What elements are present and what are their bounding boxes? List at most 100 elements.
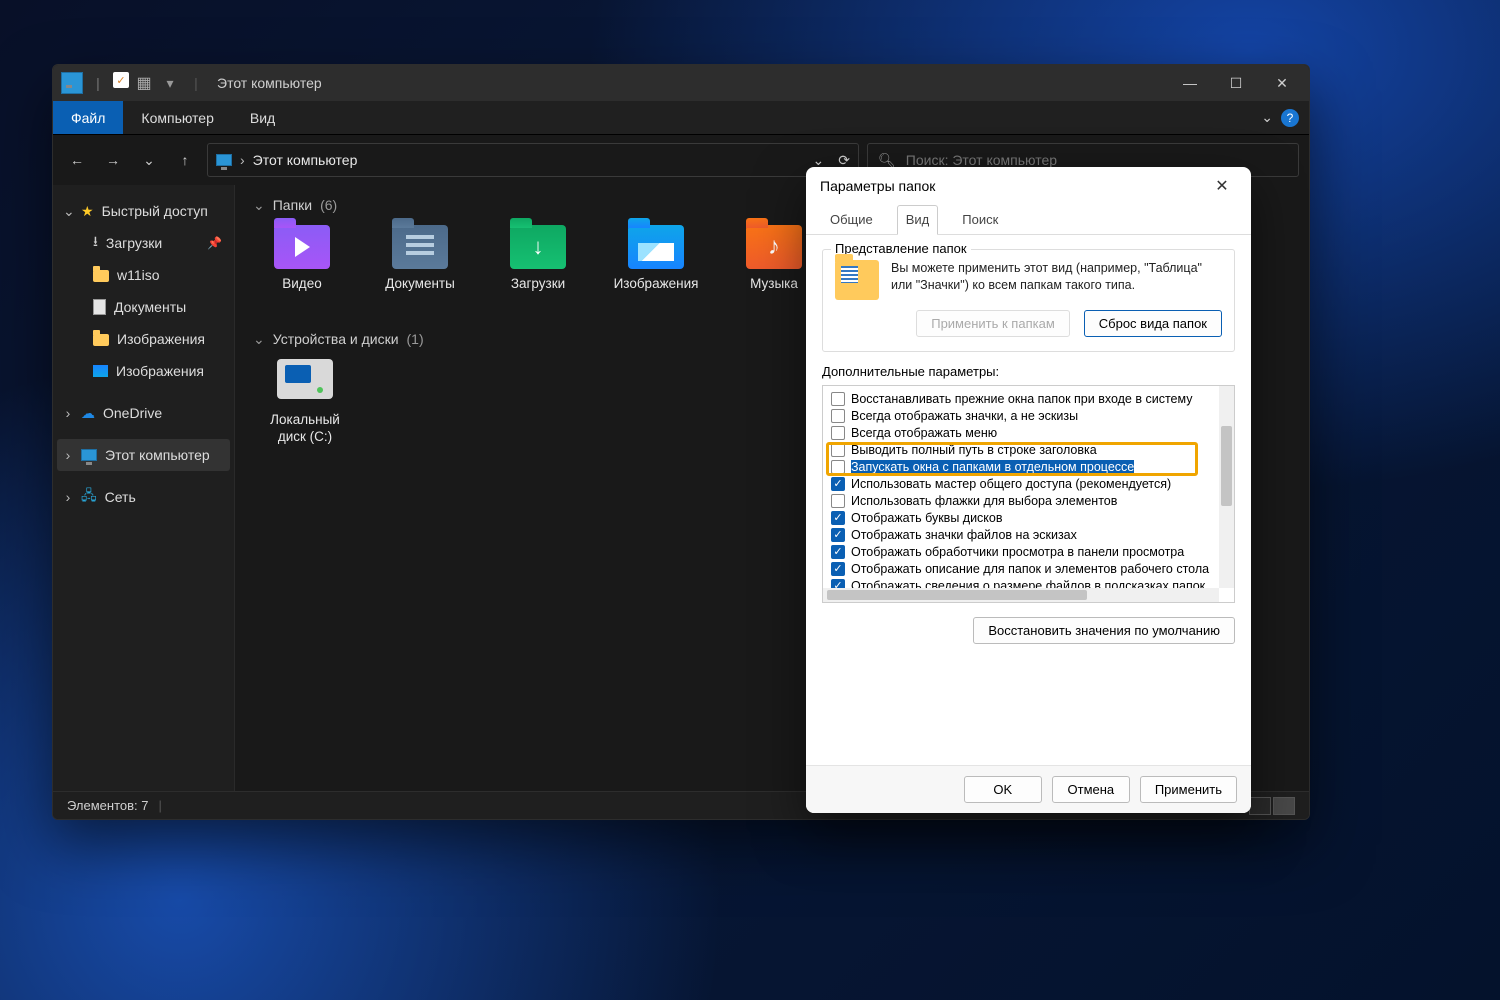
tab-general[interactable]: Общие [822,206,881,234]
address-dropdown-icon[interactable]: ⌄ [813,152,825,169]
tab-search[interactable]: Поиск [954,206,1006,234]
dialog-close-button[interactable]: ✕ [1207,171,1237,201]
advanced-option[interactable]: ✓Отображать описание для папок и элемент… [827,560,1234,577]
advanced-option[interactable]: Использовать флажки для выбора элементов [827,492,1234,509]
tab-view[interactable]: Вид [897,205,939,235]
recent-button[interactable]: ⌄ [135,146,163,174]
sidebar-item-pictures-2[interactable]: Изображения [57,355,230,387]
option-label: Использовать мастер общего доступа (реко… [851,477,1171,491]
chevron-down-icon[interactable]: ⌄ [253,331,265,348]
checkbox[interactable]: ✓ [831,545,845,559]
search-placeholder: Поиск: Этот компьютер [906,152,1057,168]
folder-views-group: Представление папок Вы можете применить … [822,249,1235,352]
dialog-titlebar: Параметры папок ✕ [806,167,1251,205]
download-icon: ⭳ [93,231,98,255]
dialog-tabs: Общие Вид Поиск [806,205,1251,235]
option-label: Отображать значки файлов на эскизах [851,528,1077,542]
advanced-option[interactable]: Выводить полный путь в строке заголовка [827,441,1234,458]
option-label: Выводить полный путь в строке заголовка [851,443,1097,457]
horizontal-scrollbar[interactable] [823,588,1219,602]
drive-item-c[interactable]: Локальный диск (C:) [263,359,347,445]
chevron-down-icon[interactable]: ⌄ [63,203,73,220]
checkbox[interactable] [831,460,845,474]
option-label: Запускать окна с папками в отдельном про… [851,460,1134,474]
apply-to-folders-button[interactable]: Применить к папкам [916,310,1070,337]
advanced-option[interactable]: ✓ Отображать значки файлов на эскизах [827,526,1234,543]
scrollbar-thumb[interactable] [1221,426,1232,506]
chevron-right-icon[interactable]: › [63,489,73,505]
option-label: Восстанавливать прежние окна папок при в… [851,392,1192,406]
image-icon [93,365,108,377]
sidebar-item-this-pc[interactable]: › Этот компьютер [57,439,230,471]
group-title: Устройства и диски [273,331,399,347]
checkbox[interactable]: ✓ [831,562,845,576]
address-bar[interactable]: › Этот компьютер ⌄ ⟳ [207,143,859,177]
up-button[interactable]: ↑ [171,146,199,174]
advanced-settings-list[interactable]: Восстанавливать прежние окна папок при в… [822,385,1235,603]
advanced-option[interactable]: ✓Отображать буквы дисков [827,509,1234,526]
sidebar-item-onedrive[interactable]: › ☁ OneDrive [57,397,230,429]
ok-button[interactable]: OK [964,776,1042,803]
pc-icon [216,154,232,166]
view-details-button[interactable] [1249,797,1271,815]
chevron-down-icon[interactable]: ⌄ [253,197,265,214]
folder-item-video[interactable]: Видео [263,225,341,309]
checkbox[interactable]: ✓ [831,511,845,525]
sidebar-item-downloads[interactable]: ⭳ Загрузки 📌 [57,227,230,259]
sidebar-item-network[interactable]: › 🖧 Сеть [57,481,230,513]
address-segment[interactable]: Этот компьютер [253,152,358,168]
document-icon [93,299,106,315]
group-title: Папки [273,197,312,213]
check-icon: ✓ [113,72,129,88]
sidebar-label: Этот компьютер [105,447,210,463]
apply-button[interactable]: Применить [1140,776,1237,803]
scrollbar-thumb[interactable] [827,590,1087,600]
minimize-button[interactable]: — [1167,65,1213,101]
forward-button[interactable]: → [99,146,127,174]
option-label: Отображать обработчики просмотра в панел… [851,545,1184,559]
ribbon-chevron-icon[interactable]: ⌄ [1261,109,1273,126]
view-icons-button[interactable] [1273,797,1295,815]
chevron-right-icon[interactable]: › [63,405,73,421]
tab-computer[interactable]: Компьютер [123,101,231,134]
folder-item-documents[interactable]: Документы [381,225,459,309]
checkbox[interactable] [831,409,845,423]
sidebar-item-quick-access[interactable]: ⌄ ★ Быстрый доступ [57,195,230,227]
cancel-button[interactable]: Отмена [1052,776,1130,803]
maximize-button[interactable]: ☐ [1213,65,1259,101]
tab-file[interactable]: Файл [53,101,123,134]
window-title: Этот компьютер [217,75,322,91]
checkbox[interactable] [831,392,845,406]
chevron-right-icon[interactable]: › [63,447,73,463]
reset-folders-button[interactable]: Сброс вида папок [1084,310,1222,337]
back-button[interactable]: ← [63,146,91,174]
advanced-option[interactable]: ✓ Отображать обработчики просмотра в пане… [827,543,1234,560]
titlebar: | ✓ ▦ ▾ | Этот компьютер — ☐ ✕ [53,65,1309,101]
checkbox[interactable]: ✓ [831,528,845,542]
checkbox[interactable] [831,443,845,457]
advanced-option[interactable]: Запускать окна с папками в отдельном про… [827,458,1234,475]
vertical-scrollbar[interactable] [1219,386,1234,588]
advanced-option[interactable]: ✓ Использовать мастер общего доступа (рек… [827,475,1234,492]
group-count: (6) [320,197,337,213]
folder-item-music[interactable]: Музыка [735,225,813,309]
folder-item-downloads[interactable]: Загрузки [499,225,577,309]
folder-item-pictures[interactable]: Изображения [617,225,695,309]
tab-view[interactable]: Вид [232,101,293,134]
refresh-icon[interactable]: ⟳ [838,152,850,169]
restore-defaults-button[interactable]: Восстановить значения по умолчанию [973,617,1235,644]
sidebar-item-pictures[interactable]: Изображения [57,323,230,355]
sidebar-item-documents[interactable]: Документы [57,291,230,323]
sidebar-item-w11iso[interactable]: w11iso [57,259,230,291]
help-icon[interactable]: ? [1281,109,1299,127]
option-label: Использовать флажки для выбора элементов [851,494,1117,508]
checkbox[interactable] [831,426,845,440]
close-button[interactable]: ✕ [1259,65,1305,101]
checkbox[interactable]: ✓ [831,477,845,491]
group-count: (1) [407,331,424,347]
advanced-option[interactable]: Восстанавливать прежние окна папок при в… [827,390,1234,407]
checkbox[interactable] [831,494,845,508]
advanced-option[interactable]: Всегда отображать значки, а не эскизы [827,407,1234,424]
advanced-option[interactable]: Всегда отображать меню [827,424,1234,441]
dropdown-icon[interactable]: ▾ [159,72,181,94]
